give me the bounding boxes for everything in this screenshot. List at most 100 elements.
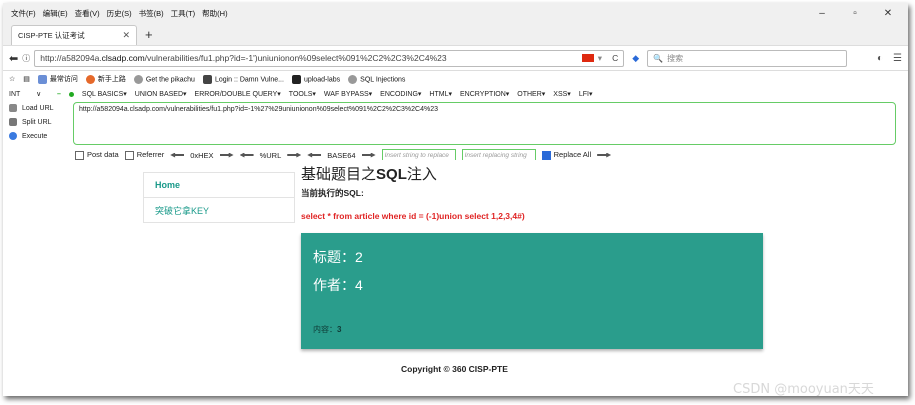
search-icon: 🔍	[653, 53, 664, 63]
bookmark-label: Get the pikachu	[145, 75, 195, 83]
status-dot-icon	[68, 91, 74, 97]
menu-waf-bypass[interactable]: WAF BYPASS▾	[324, 90, 372, 98]
menu-encryption[interactable]: ENCRYPTION▾	[460, 90, 509, 98]
back-arrow-icon[interactable]: ⬅	[9, 52, 18, 65]
encode-arrow-icon[interactable]	[219, 152, 234, 158]
library-icon[interactable]: ▤	[23, 75, 30, 83]
url-bar[interactable]: http://a582094a. clsadp.com/vulnerabiliti…	[34, 49, 625, 67]
bookmark-pikachu[interactable]: Get the pikachu	[133, 74, 195, 84]
bookmark-label: SQL Injections	[360, 75, 406, 83]
menu-file[interactable]: 文件(F)	[11, 8, 36, 19]
execute-icon	[9, 132, 17, 140]
encode-arrow-icon[interactable]	[287, 152, 302, 158]
menu-help[interactable]: 帮助(H)	[202, 8, 227, 19]
search-input[interactable]: 🔍 搜索	[647, 49, 848, 67]
hackbar-url-textarea[interactable]: http://a582094a.clsadp.com/vulnerabiliti…	[73, 102, 896, 145]
split-icon	[9, 118, 17, 126]
window-controls: – ▫ ✕	[809, 8, 908, 19]
shield-icon[interactable]: ◆	[632, 53, 639, 64]
split-url-button[interactable]: Split URL	[7, 115, 69, 129]
menu-html[interactable]: HTML▾	[429, 90, 452, 98]
navigation-bar: ⬅ ⓘ http://a582094a. clsadp.com/vulnerabi…	[3, 45, 908, 71]
hackbar-panel: Load URL Split URL Execute http://a58209…	[3, 101, 908, 147]
decode-arrow-icon[interactable]	[307, 152, 322, 158]
hackbar-menu: INT ∨ – SQL BASICS▾ UNION BASED▾ ERROR/D…	[3, 87, 908, 101]
menu-tools[interactable]: 工具(T)	[171, 8, 196, 19]
folder-icon	[37, 74, 47, 84]
menu-sql-basics[interactable]: SQL BASICS▾	[82, 90, 127, 98]
replace-all-checkbox[interactable]: Replace All	[541, 150, 591, 160]
result-author: 作者：4	[313, 277, 363, 293]
minimize-button[interactable]: –	[809, 8, 835, 19]
hamburger-menu-icon[interactable]: ☰	[893, 53, 902, 64]
url-path: /vulnerabilities/fu1.php?id=-1')uniunion…	[144, 53, 447, 63]
page-title: 基础题目之SQL注入	[301, 163, 771, 184]
menu-view[interactable]: 查看(V)	[75, 8, 100, 19]
hex-label: 0xHEX	[190, 150, 214, 160]
bookmark-upload-labs[interactable]: upload-labs	[291, 74, 341, 84]
title-bold: SQL	[376, 166, 407, 183]
hackbar-select[interactable]: INT ∨	[9, 90, 49, 98]
menu-error-double-query[interactable]: ERROR/DOUBLE QUERY▾	[195, 90, 281, 98]
tab-close-icon[interactable]: ✕	[122, 30, 130, 41]
tab-title: CISP-PTE 认证考试	[18, 31, 85, 40]
firefox-icon	[85, 74, 95, 84]
bookmark-getting-started[interactable]: 新手上路	[85, 74, 126, 84]
menu-tools[interactable]: TOOLS▾	[289, 90, 316, 98]
menu-union-based[interactable]: UNION BASED▾	[135, 90, 187, 98]
encode-arrow-icon[interactable]	[361, 152, 376, 158]
bookmark-sql-injections[interactable]: SQL Injections	[348, 74, 406, 84]
url-prefix: http://	[40, 53, 62, 63]
result-content: 内容：3	[313, 324, 341, 335]
bookmark-label: Login :: Damn Vulne...	[214, 75, 284, 83]
star-icon[interactable]: ☆	[9, 75, 15, 83]
menu-encoding[interactable]: ENCODING▾	[380, 90, 421, 98]
hackbar-actions: Load URL Split URL Execute	[7, 101, 69, 147]
close-window-button[interactable]: ✕	[875, 8, 901, 19]
load-url-button[interactable]: Load URL	[7, 101, 69, 115]
bookmark-most-visited[interactable]: 最常访问	[37, 74, 78, 84]
post-label: Post data	[87, 150, 119, 160]
menu-bookmarks[interactable]: 书签(B)	[139, 8, 164, 19]
sidebar-item-get-key[interactable]: 突破它拿KEY	[144, 198, 294, 222]
bookmark-label: upload-labs	[303, 75, 341, 83]
referrer-checkbox[interactable]: Referrer	[124, 150, 165, 160]
replace-arrow-icon[interactable]	[597, 152, 612, 158]
page-content: Home 突破它拿KEY 基础题目之SQL注入 当前执行的SQL: select…	[3, 160, 908, 396]
restore-button[interactable]: ▫	[842, 8, 868, 19]
bookmark-label: 最常访问	[49, 76, 78, 83]
dvwa-icon	[202, 74, 212, 84]
load-icon	[9, 104, 17, 112]
title-prefix: 基础题目之	[301, 166, 377, 183]
menu-other[interactable]: OTHER▾	[517, 90, 545, 98]
post-data-checkbox[interactable]: Post data	[75, 150, 119, 160]
main-content: 基础题目之SQL注入 当前执行的SQL: select * from artic…	[301, 160, 771, 349]
chevron-down-icon: ∨	[36, 91, 42, 98]
reload-icon[interactable]: C	[612, 53, 618, 63]
content-label: 内容：	[313, 325, 337, 334]
new-tab-button[interactable]: +	[145, 27, 153, 42]
menu-xss[interactable]: XSS▾	[553, 90, 571, 98]
tab-cisp-pte[interactable]: CISP-PTE 认证考试 ✕	[11, 25, 137, 45]
bookmarks-toolbar: ☆ ▤ 最常访问 新手上路 Get the pikachu Login :: D…	[3, 71, 908, 87]
menu-lfi[interactable]: LFI▾	[579, 90, 593, 98]
decode-arrow-icon[interactable]	[239, 152, 254, 158]
menu-edit[interactable]: 编辑(E)	[43, 8, 68, 19]
menu-history[interactable]: 历史(S)	[107, 8, 132, 19]
referrer-label: Referrer	[136, 150, 165, 160]
info-icon[interactable]: ⓘ	[22, 53, 30, 64]
execute-button[interactable]: Execute	[7, 129, 69, 143]
watermark: CSDN @mooyuan天天	[733, 382, 874, 397]
dropdown-icon[interactable]: ▾	[598, 53, 602, 64]
addon-icon[interactable]: ◐	[877, 53, 883, 64]
url-domain: clsadp.com	[101, 53, 145, 63]
result-title: 标题：2	[313, 249, 363, 265]
url-encode-label: %URL	[259, 150, 282, 160]
footer-copyright: Copyright © 360 CISP-PTE	[401, 364, 508, 374]
sidebar-item-home[interactable]: Home	[144, 173, 294, 198]
browser-window: 文件(F) 编辑(E) 查看(V) 历史(S) 书签(B) 工具(T) 帮助(H…	[3, 3, 908, 396]
decode-arrow-icon[interactable]	[170, 152, 185, 158]
bookmark-dvwa[interactable]: Login :: Damn Vulne...	[202, 74, 284, 84]
minus-icon[interactable]: –	[57, 91, 61, 98]
content-value: 3	[337, 325, 342, 334]
